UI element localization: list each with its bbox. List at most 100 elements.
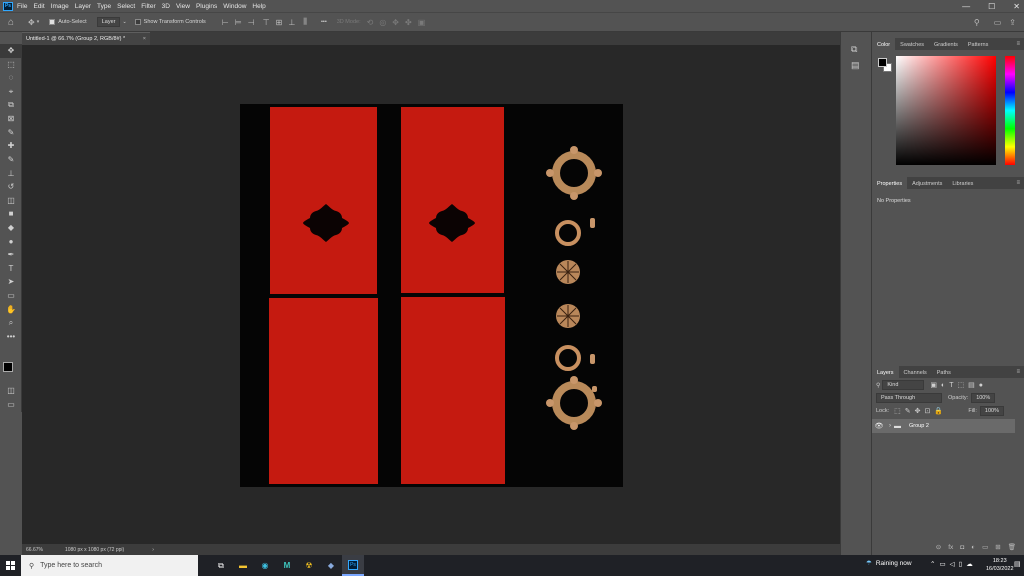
onedrive-icon[interactable]: ☁	[966, 560, 973, 568]
align-right-icon[interactable]: ⊣	[248, 18, 255, 27]
photoshop-logo-icon[interactable]: Ps	[3, 1, 13, 11]
clone-stamp-tool-icon[interactable]: ⊥	[0, 166, 22, 180]
menu-select[interactable]: Select	[117, 3, 135, 10]
eraser-tool-icon[interactable]: ◫	[0, 194, 22, 208]
show-transform-checkbox[interactable]	[134, 19, 141, 25]
app-window-icon[interactable]: ◆	[320, 555, 342, 576]
file-explorer-icon[interactable]: ▬	[232, 555, 254, 576]
scale-3d-icon[interactable]: ▣	[418, 18, 426, 27]
lasso-tool-icon[interactable]: ◌	[0, 71, 22, 85]
tab-swatches[interactable]: Swatches	[895, 38, 929, 50]
menu-window[interactable]: Window	[223, 3, 246, 10]
menu-image[interactable]: Image	[51, 3, 69, 10]
align-bottom-icon[interactable]: ⊥	[288, 18, 295, 27]
filter-type-icon[interactable]: T	[949, 382, 953, 389]
lock-all-icon[interactable]: 🔒	[934, 407, 943, 415]
mask-icon[interactable]: ◘	[960, 544, 964, 551]
more-options-button[interactable]: •••	[321, 19, 327, 25]
more-tools-icon[interactable]: •••	[0, 329, 22, 343]
share-icon[interactable]: ⇪	[1009, 18, 1016, 27]
maximize-button[interactable]: ☐	[988, 2, 995, 11]
close-window-button[interactable]: ✕	[1013, 2, 1020, 11]
tab-libraries[interactable]: Libraries	[947, 177, 978, 189]
distribute-icon[interactable]: ⫼	[303, 17, 307, 27]
taskbar-search-input[interactable]: ⚲ Type here to search	[21, 555, 198, 576]
menu-help[interactable]: Help	[252, 3, 265, 10]
align-hcenter-icon[interactable]: ⊨	[235, 18, 242, 27]
layer-name[interactable]: Group 2	[909, 423, 929, 429]
auto-select-target-dropdown[interactable]: Layer	[96, 17, 121, 27]
menu-3d[interactable]: 3D	[162, 3, 170, 10]
network-icon[interactable]: ▭	[939, 560, 945, 568]
rectangle-tool-icon[interactable]: ▭	[0, 289, 22, 303]
filter-smart-object-icon[interactable]: ▤	[968, 381, 975, 389]
fill-input[interactable]: 100%	[979, 406, 1004, 416]
tab-paths[interactable]: Paths	[932, 366, 956, 378]
tab-channels[interactable]: Channels	[899, 366, 932, 378]
history-brush-tool-icon[interactable]: ↺	[0, 180, 22, 194]
close-tab-icon[interactable]: ×	[143, 36, 146, 42]
brush-tool-icon[interactable]: ✎	[0, 153, 22, 167]
notification-icon[interactable]: ▤	[1014, 560, 1021, 568]
pen-tool-icon[interactable]: ✒	[0, 248, 22, 262]
document-canvas[interactable]	[240, 104, 623, 487]
menu-filter[interactable]: Filter	[141, 3, 155, 10]
frame-tool-icon[interactable]: ⊠	[0, 112, 22, 126]
search-icon[interactable]: ⚲	[974, 18, 980, 27]
dodge-tool-icon[interactable]: ●	[0, 234, 22, 248]
path-selection-tool-icon[interactable]: ➤	[0, 275, 22, 289]
brush-settings-icon[interactable]: ▤	[851, 60, 860, 71]
pan-3d-icon[interactable]: ✥	[392, 18, 399, 27]
folder-icon[interactable]: ▭	[982, 543, 988, 551]
foreground-swatch[interactable]	[878, 58, 887, 67]
align-top-icon[interactable]: ⊤	[263, 18, 270, 27]
trash-icon[interactable]: 🗑	[1008, 543, 1016, 551]
tab-patterns[interactable]: Patterns	[963, 38, 993, 50]
blend-mode-dropdown[interactable]: Pass Through	[876, 393, 942, 403]
link-icon[interactable]: ⊝	[936, 543, 941, 551]
menu-layer[interactable]: Layer	[75, 3, 91, 10]
lock-transparent-icon[interactable]: ⬚	[894, 407, 901, 415]
home-icon[interactable]: ⌂	[8, 17, 14, 28]
panel-menu-icon[interactable]: ≡	[1016, 369, 1020, 375]
filter-pixel-icon[interactable]: ▣	[930, 381, 937, 389]
menu-file[interactable]: File	[17, 3, 27, 10]
adjustment-icon[interactable]: ◐	[971, 544, 975, 551]
marquee-tool-icon[interactable]: ⬚	[0, 58, 22, 72]
status-menu-arrow[interactable]: ›	[148, 547, 154, 553]
tab-color[interactable]: Color	[872, 38, 896, 50]
tab-properties[interactable]: Properties	[872, 177, 908, 189]
menu-type[interactable]: Type	[97, 3, 111, 10]
filter-shape-icon[interactable]: ⬚	[958, 381, 965, 389]
slide-3d-icon[interactable]: ✤	[405, 18, 412, 27]
object-select-tool-icon[interactable]: ⌖	[0, 85, 22, 99]
menu-plugins[interactable]: Plugins	[196, 3, 217, 10]
fx-icon[interactable]: fx	[948, 544, 953, 551]
panel-menu-icon[interactable]: ≡	[1016, 41, 1020, 47]
lock-image-icon[interactable]: ✎	[905, 407, 911, 415]
hand-tool-icon[interactable]: ✋	[0, 302, 22, 316]
blur-tool-icon[interactable]: ◆	[0, 221, 22, 235]
app-m-icon[interactable]: M	[276, 555, 298, 576]
screen-mode-icon[interactable]: ▭	[0, 398, 22, 412]
gradient-tool-icon[interactable]: ■	[0, 207, 22, 221]
app-radiation-icon[interactable]: ☢	[298, 555, 320, 576]
menu-view[interactable]: View	[176, 3, 190, 10]
color-field[interactable]	[896, 56, 996, 165]
filter-kind-dropdown[interactable]: Kind	[882, 380, 925, 390]
foreground-color-swatch[interactable]	[3, 362, 13, 372]
filter-adjustment-icon[interactable]: ◐	[941, 382, 945, 389]
minimize-button[interactable]: —	[962, 2, 970, 11]
visibility-eye-icon[interactable]: 👁	[872, 422, 886, 430]
chevron-right-icon[interactable]: ›	[889, 423, 891, 429]
auto-select-option[interactable]: Auto-Select	[49, 19, 87, 25]
lock-position-icon[interactable]: ✥	[915, 407, 921, 415]
history-icon[interactable]: ⧉	[851, 44, 857, 55]
document-tab[interactable]: Untitled-1 @ 66.7% (Group 2, RGB/8#) * ×	[22, 32, 150, 45]
menu-edit[interactable]: Edit	[33, 3, 44, 10]
new-layer-icon[interactable]: ⊞	[995, 543, 1000, 551]
roll-3d-icon[interactable]: ◎	[379, 18, 386, 27]
healing-brush-tool-icon[interactable]: ✚	[0, 139, 22, 153]
photoshop-taskbar-icon[interactable]: Ps	[342, 555, 364, 576]
opacity-input[interactable]: 100%	[971, 393, 996, 403]
